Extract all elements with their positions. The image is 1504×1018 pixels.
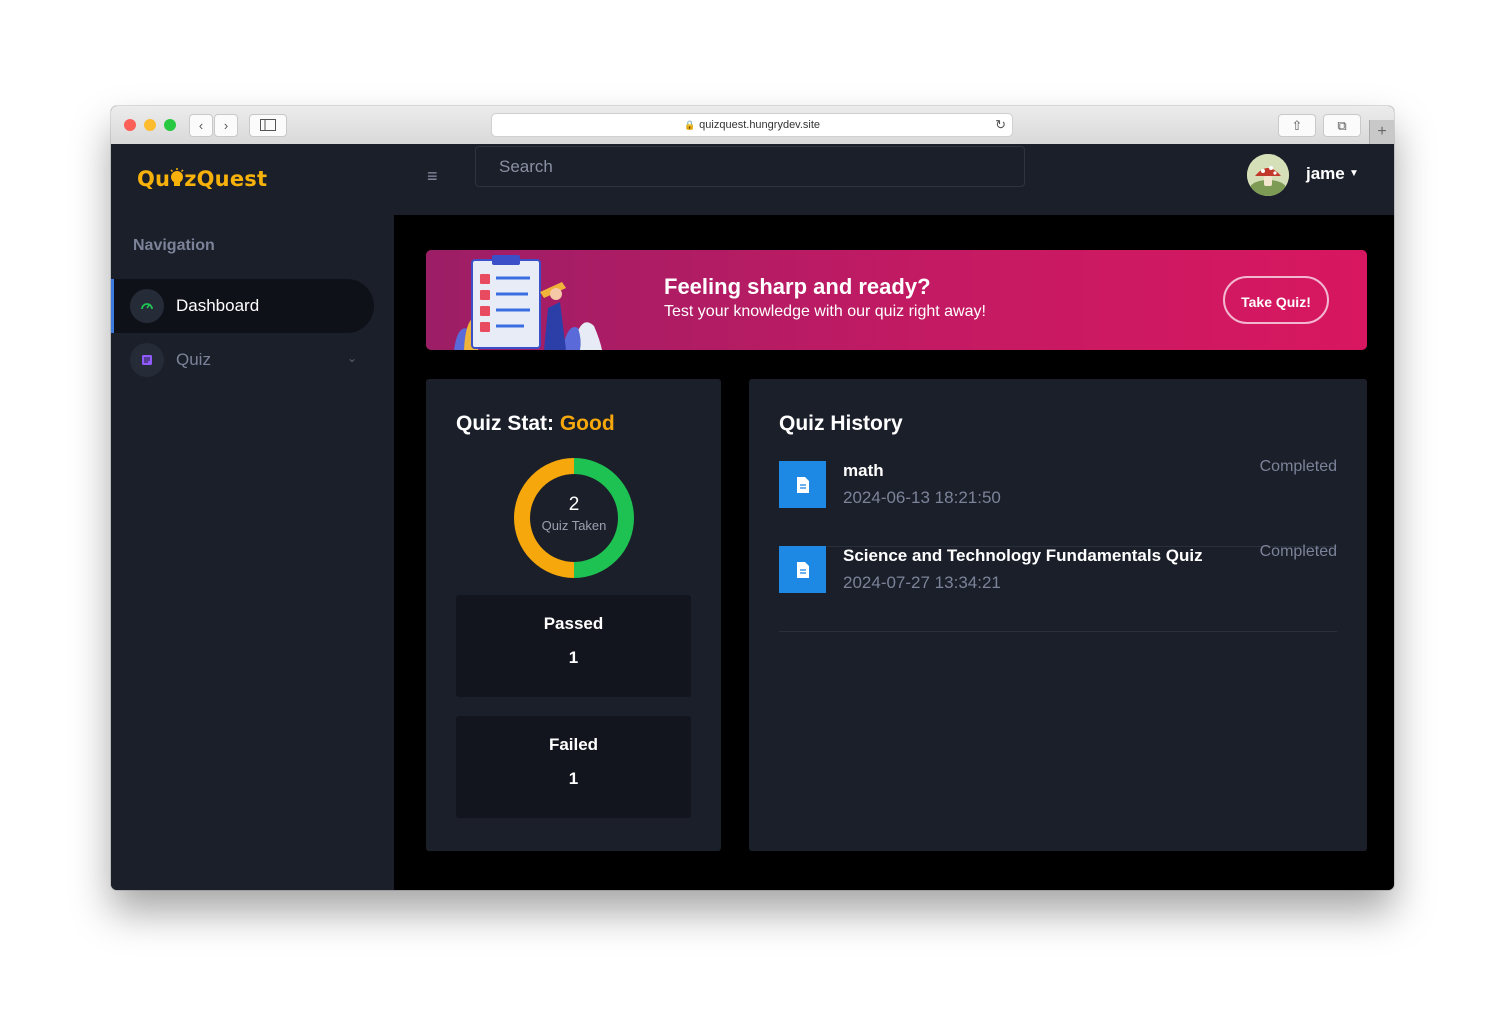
- passed-label: Passed: [543, 614, 604, 633]
- reload-icon[interactable]: ↻: [995, 114, 1006, 136]
- quiz-date: 2024-06-13 18:21:50: [843, 488, 1001, 507]
- nav-section-title: Navigation: [133, 237, 215, 254]
- top-bar: ≡ jame ▼: [394, 144, 1394, 215]
- menu-icon[interactable]: ≡: [427, 166, 438, 187]
- address-bar[interactable]: 🔒 quizquest.hungrydev.site ↻: [491, 113, 1013, 137]
- quiz-clipboard-illustration: [454, 255, 602, 350]
- back-arrow-icon[interactable]: ‹: [189, 114, 213, 137]
- passed-value: 1: [568, 648, 579, 667]
- banner-title: Feeling sharp and ready?: [664, 274, 931, 299]
- failed-stat-box: Failed 1: [456, 716, 691, 818]
- tabs-overview-icon[interactable]: ⧉: [1323, 114, 1361, 137]
- gauge-icon: [130, 289, 164, 323]
- new-tab-icon[interactable]: +: [1369, 120, 1394, 144]
- maximize-window-button[interactable]: [164, 119, 176, 131]
- sidebar-item-dashboard[interactable]: Dashboard: [111, 279, 374, 333]
- browser-window: ‹ › 🔒 quizquest.hungrydev.site ↻ ⇧ ⧉ + Qu…: [111, 106, 1394, 890]
- take-quiz-button[interactable]: Take Quiz!: [1223, 276, 1329, 324]
- quiz-status: Completed: [1259, 543, 1337, 560]
- list-item[interactable]: math 2024-06-13 18:21:50 Completed: [779, 458, 1337, 547]
- sidebar-item-quiz[interactable]: Quiz ⌄: [111, 333, 371, 387]
- browser-toolbar: ‹ › 🔒 quizquest.hungrydev.site ↻ ⇧ ⧉ +: [111, 106, 1394, 145]
- sidebar-item-label: Dashboard: [176, 296, 260, 315]
- banner-subtitle: Test your knowledge with our quiz right …: [664, 303, 986, 320]
- chevron-down-icon[interactable]: ⌄: [347, 351, 357, 365]
- quiz-history-card: Quiz History math 2024-06-13 18:21:50 Co…: [749, 379, 1367, 851]
- quiz-stat-title: Quiz Stat: Good: [456, 412, 615, 435]
- file-document-icon: [779, 461, 826, 508]
- username-label[interactable]: jame: [1306, 164, 1345, 184]
- stat-rating: Good: [559, 412, 615, 435]
- caret-down-icon[interactable]: ▼: [1349, 168, 1359, 179]
- lightbulb-icon: [170, 168, 184, 186]
- forward-arrow-icon[interactable]: ›: [214, 114, 238, 137]
- main-content: Feeling sharp and ready? Test your knowl…: [394, 215, 1394, 890]
- quiz-name: Science and Technology Fundamentals Quiz: [843, 546, 1203, 565]
- file-document-icon: [779, 546, 826, 593]
- quiz-total-label: Quiz Taken: [541, 518, 607, 533]
- sidebar: Qu zQuest Navigation Dashboard Quiz ⌄: [111, 144, 394, 890]
- lock-icon: 🔒: [683, 120, 696, 130]
- quiz-history-title: Quiz History: [779, 412, 903, 435]
- failed-value: 1: [568, 769, 579, 788]
- quiz-status: Completed: [1259, 458, 1337, 475]
- quiz-total-count: 2: [568, 494, 580, 515]
- app-logo[interactable]: Qu zQuest: [137, 166, 267, 191]
- promo-banner: Feeling sharp and ready? Test your knowl…: [426, 250, 1367, 350]
- failed-label: Failed: [548, 735, 599, 754]
- quiz-stat-card: Quiz Stat: Good 2 Quiz Taken Passed 1 Fa…: [426, 379, 721, 851]
- sidebar-item-label: Quiz: [176, 350, 211, 369]
- quiz-name: math: [843, 461, 884, 480]
- url-text: quizquest.hungrydev.site: [699, 119, 821, 131]
- passed-stat-box: Passed 1: [456, 595, 691, 697]
- search-input[interactable]: [475, 146, 1025, 187]
- list-item[interactable]: Science and Technology Fundamentals Quiz…: [779, 543, 1337, 632]
- minimize-window-button[interactable]: [144, 119, 156, 131]
- share-icon[interactable]: ⇧: [1278, 114, 1316, 137]
- avatar[interactable]: [1247, 154, 1289, 196]
- document-icon: [130, 343, 164, 377]
- quiz-date: 2024-07-27 13:34:21: [843, 573, 1001, 592]
- sidebar-toggle-icon[interactable]: [249, 114, 287, 137]
- close-window-button[interactable]: [124, 119, 136, 131]
